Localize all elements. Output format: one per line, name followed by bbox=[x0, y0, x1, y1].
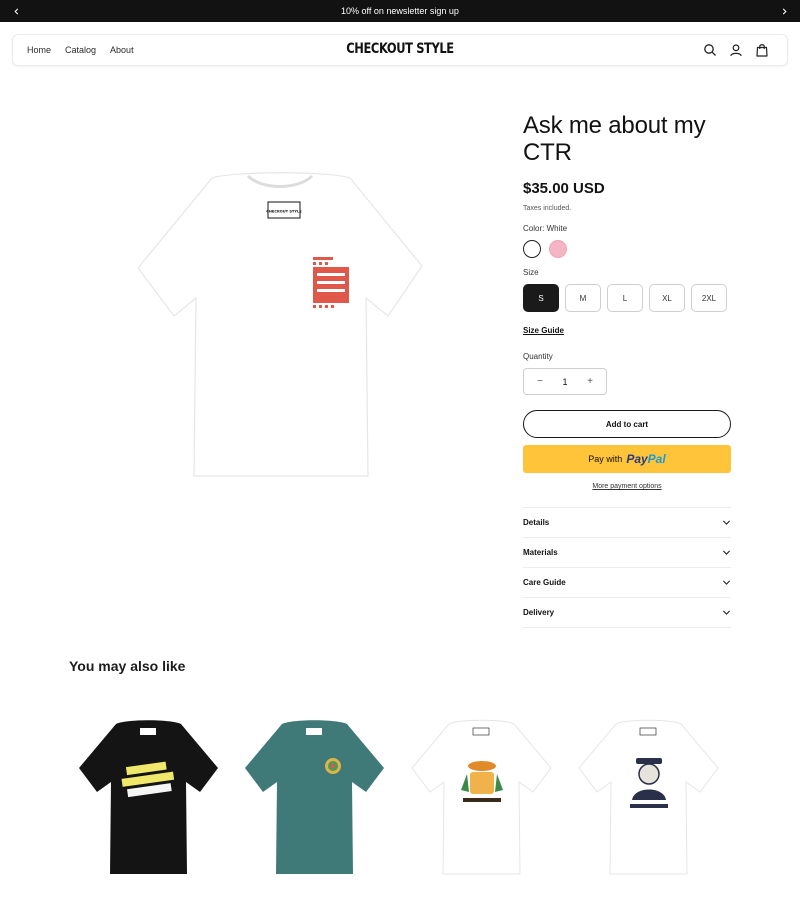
site-header: Home Catalog About CHECKOUT STYLE bbox=[12, 34, 788, 66]
color-swatches bbox=[523, 240, 567, 258]
quantity-input[interactable] bbox=[550, 376, 580, 387]
recommendations-title: You may also like bbox=[69, 658, 186, 674]
cart-bag-icon[interactable] bbox=[755, 43, 769, 57]
size-label: Size bbox=[523, 268, 539, 277]
color-label: Color: White bbox=[523, 224, 568, 233]
accordion-care-guide-label: Care Guide bbox=[523, 578, 566, 587]
size-option-xl[interactable]: XL bbox=[649, 284, 685, 312]
size-option-l[interactable]: L bbox=[607, 284, 643, 312]
size-option-s[interactable]: S bbox=[523, 284, 559, 312]
chevron-down-icon bbox=[722, 610, 731, 615]
product-price: $35.00 USD bbox=[523, 180, 605, 197]
chevron-left-icon[interactable] bbox=[9, 4, 23, 18]
tax-note: Taxes included. bbox=[523, 205, 572, 212]
color-swatch-white[interactable] bbox=[523, 240, 541, 258]
size-options: S M L XL 2XL bbox=[523, 284, 727, 312]
brand-logo[interactable]: CHECKOUT STYLE bbox=[83, 41, 718, 57]
announcement-bar: 10% off on newsletter sign up bbox=[0, 0, 800, 22]
color-swatch-pink[interactable] bbox=[549, 240, 567, 258]
add-to-cart-button[interactable]: Add to cart bbox=[523, 410, 731, 438]
account-icon[interactable] bbox=[729, 43, 743, 57]
paypal-logo: PayPal bbox=[626, 452, 665, 466]
paypal-pay-with-text: Pay with bbox=[588, 454, 623, 464]
quantity-stepper: − + bbox=[523, 368, 607, 395]
accordion-materials-label: Materials bbox=[523, 548, 558, 557]
recommendation-item-2[interactable] bbox=[242, 716, 387, 881]
accordion-delivery[interactable]: Delivery bbox=[523, 598, 731, 628]
quantity-decrease-button[interactable]: − bbox=[534, 376, 546, 387]
size-option-2xl[interactable]: 2XL bbox=[691, 284, 727, 312]
chevron-down-icon bbox=[722, 580, 731, 585]
more-payment-options-link[interactable]: More payment options bbox=[523, 483, 731, 490]
paypal-logo-pal: Pal bbox=[647, 452, 666, 466]
product-info: Ask me about my CTR $35.00 USD Taxes inc… bbox=[523, 112, 731, 628]
paypal-button[interactable]: Pay with PayPal bbox=[523, 445, 731, 473]
accordion-details[interactable]: Details bbox=[523, 508, 731, 538]
paypal-logo-pay: Pay bbox=[626, 452, 648, 466]
product-image: CHECKOUT STYLE bbox=[137, 172, 423, 477]
search-icon[interactable] bbox=[703, 43, 717, 57]
shirt-tag-text: CHECKOUT STYLE bbox=[266, 210, 302, 214]
accordion-details-label: Details bbox=[523, 518, 550, 527]
quantity-label: Quantity bbox=[523, 352, 553, 361]
recommendation-item-3[interactable] bbox=[409, 716, 554, 881]
accordion-delivery-label: Delivery bbox=[523, 608, 555, 617]
accordion-care-guide[interactable]: Care Guide bbox=[523, 568, 731, 598]
chevron-down-icon bbox=[722, 550, 731, 555]
accordion-materials[interactable]: Materials bbox=[523, 538, 731, 568]
product-accordion: Details Materials Care Guide Delivery bbox=[523, 507, 731, 628]
recommendation-item-1[interactable] bbox=[76, 716, 221, 881]
chevron-right-icon[interactable] bbox=[777, 4, 791, 18]
chevron-down-icon bbox=[722, 520, 731, 525]
nav-home-link[interactable]: Home bbox=[27, 45, 51, 55]
size-guide-link[interactable]: Size Guide bbox=[523, 326, 564, 335]
quantity-increase-button[interactable]: + bbox=[584, 376, 596, 387]
size-option-m[interactable]: M bbox=[565, 284, 601, 312]
product-title: Ask me about my CTR bbox=[523, 112, 706, 166]
announcement-text[interactable]: 10% off on newsletter sign up bbox=[341, 6, 459, 16]
recommendation-item-4[interactable] bbox=[576, 716, 721, 881]
